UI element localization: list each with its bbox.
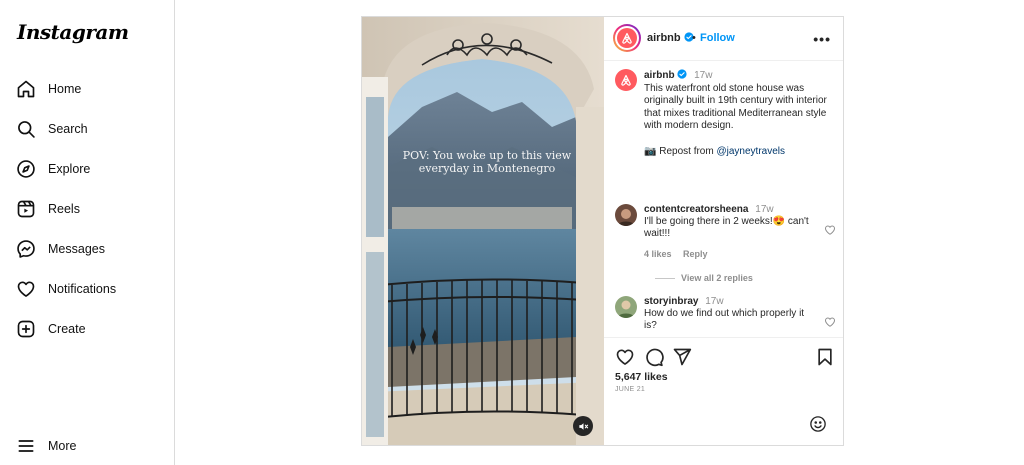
more-options-button[interactable]: •••	[813, 31, 831, 47]
post-header: airbnb • Follow •••	[604, 17, 843, 61]
caption-username[interactable]: airbnb	[644, 70, 675, 81]
post-video[interactable]: POV: You woke up to this view everyday i…	[362, 17, 604, 445]
likes-count[interactable]: 5,647 likes	[615, 371, 668, 383]
comment-body: contentcreatorsheena 17w I'll be going t…	[644, 204, 816, 240]
post-video-frame	[362, 17, 604, 445]
instagram-logo[interactable]: Instagram	[17, 20, 129, 44]
sidebar-item-label: Reels	[48, 202, 80, 216]
sidebar-item-more[interactable]: More	[16, 434, 76, 458]
sidebar-item-label: Search	[48, 122, 88, 136]
post-card: POV: You woke up to this view everyday i…	[361, 16, 844, 446]
reply-button[interactable]: Reply	[683, 249, 708, 259]
verified-badge-icon	[677, 69, 687, 79]
sidebar-item-explore[interactable]: Explore	[16, 157, 90, 181]
sidebar-item-search[interactable]: Search	[16, 117, 88, 141]
view-replies-label: View all 2 replies	[681, 273, 753, 283]
sidebar-item-label: Create	[48, 322, 86, 336]
comment-text: I'll be going there in 2 weeks!😍 can't w…	[644, 216, 809, 239]
sidebar: Instagram Home Search Explore Reels Mess…	[0, 0, 175, 465]
heart-icon	[17, 281, 35, 297]
header-avatar[interactable]	[613, 24, 641, 52]
compass-icon	[17, 160, 35, 178]
emoji-icon[interactable]	[809, 415, 827, 433]
hamburger-menu-icon	[18, 440, 34, 452]
home-icon	[17, 80, 35, 98]
plus-square-icon	[17, 320, 35, 338]
comment-time[interactable]: 17w	[755, 204, 773, 215]
video-overlay-text: POV: You woke up to this view everyday i…	[402, 149, 572, 175]
replies-divider	[655, 277, 675, 279]
comment-body: storyinbray 17w How do we find out which…	[644, 296, 816, 332]
sidebar-item-create[interactable]: Create	[16, 317, 86, 341]
airbnb-logo-icon	[622, 32, 632, 44]
caption-text: This waterfront old stone house was orig…	[644, 82, 827, 132]
repost-line: 📷 Repost from @jayneytravels	[644, 146, 839, 159]
caption-body: airbnb 17w This waterfront old stone hou…	[644, 69, 839, 159]
post-side-panel: airbnb • Follow ••• airbnb 17w This wate…	[604, 17, 843, 445]
sidebar-item-reels[interactable]: Reels	[16, 197, 80, 221]
repost-handle-link[interactable]: @jayneytravels	[716, 146, 785, 157]
user-photo	[615, 296, 637, 318]
sidebar-item-label: Home	[48, 82, 82, 96]
sidebar-item-label: More	[48, 439, 77, 453]
share-icon[interactable]	[672, 347, 692, 367]
sidebar-item-label: Notifications	[48, 282, 117, 296]
comment-username[interactable]: storyinbray	[644, 296, 698, 307]
comment-username[interactable]: contentcreatorsheena	[644, 204, 748, 215]
header-username-text: airbnb	[647, 32, 681, 44]
like-comment-icon[interactable]	[824, 316, 836, 328]
sidebar-item-notifications[interactable]: Notifications	[16, 277, 116, 301]
speaker-muted-icon	[578, 422, 588, 430]
sidebar-item-messages[interactable]: Messages	[16, 237, 105, 261]
like-comment-icon[interactable]	[824, 224, 836, 236]
like-icon[interactable]	[615, 347, 635, 367]
separator-dot: •	[692, 32, 696, 44]
caption-avatar[interactable]	[615, 69, 637, 91]
follow-button[interactable]: Follow	[700, 32, 735, 44]
comment-icon[interactable]	[644, 347, 664, 367]
view-replies-button[interactable]: View all 2 replies	[655, 273, 753, 283]
comment-text: How do we find out which properly it is?	[644, 308, 805, 331]
reels-icon	[17, 200, 35, 218]
comment-likes[interactable]: 4 likes	[644, 249, 672, 259]
search-icon	[18, 121, 35, 138]
post-date: JUNE 21	[615, 386, 646, 393]
sidebar-item-label: Explore	[48, 162, 91, 176]
bookmark-icon[interactable]	[815, 347, 835, 367]
post-actions: 5,647 likes JUNE 21	[604, 337, 843, 445]
comment-avatar[interactable]	[615, 296, 637, 318]
user-photo	[615, 204, 637, 226]
sidebar-item-label: Messages	[48, 242, 105, 256]
messenger-icon	[17, 240, 35, 258]
comment-meta: 4 likes Reply	[644, 249, 717, 259]
comment-avatar[interactable]	[615, 204, 637, 226]
comment-time[interactable]: 17w	[705, 296, 723, 307]
repost-prefix: 📷 Repost from	[644, 145, 714, 157]
header-username[interactable]: airbnb	[647, 32, 694, 44]
caption-time[interactable]: 17w	[694, 70, 712, 81]
mute-button[interactable]	[573, 416, 593, 436]
airbnb-logo-icon	[621, 74, 631, 86]
sidebar-item-home[interactable]: Home	[16, 77, 81, 101]
